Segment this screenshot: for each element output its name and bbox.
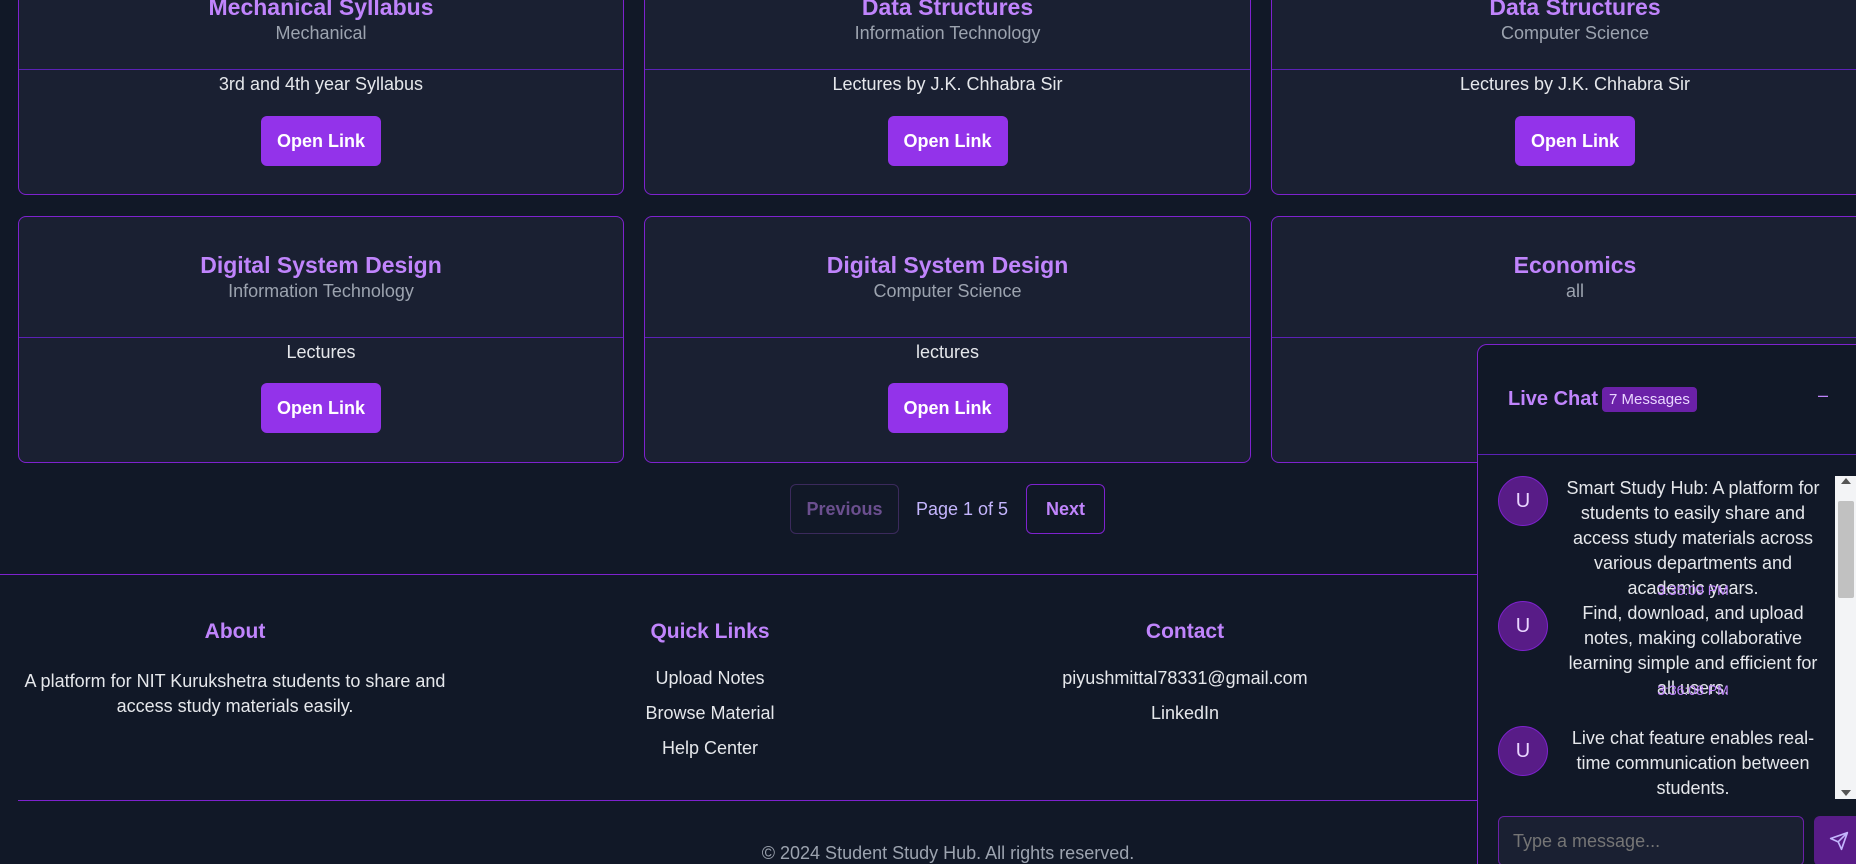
card-header: Data Structures Computer Science bbox=[1272, 0, 1856, 70]
open-link-button[interactable]: Open Link bbox=[887, 383, 1008, 433]
next-page-button[interactable]: Next bbox=[1026, 484, 1105, 534]
card-description: 3rd and 4th year Syllabus bbox=[218, 74, 424, 94]
chat-messages[interactable]: U Smart Study Hub: A platform for studen… bbox=[1478, 456, 1856, 796]
footer-contact: Contact piyushmittal78331@gmail.com Link… bbox=[1035, 620, 1335, 731]
send-icon bbox=[1829, 831, 1849, 851]
chat-message: U Smart Study Hub: A platform for studen… bbox=[1498, 476, 1838, 616]
card-header: Economics all bbox=[1272, 217, 1856, 338]
live-chat-panel: Live Chat 7 Messages – U Smart Study Hub… bbox=[1477, 344, 1856, 864]
material-card: Digital System Design Information Techno… bbox=[18, 216, 624, 463]
chat-scrollbar[interactable] bbox=[1835, 476, 1856, 799]
card-department: Computer Science bbox=[873, 281, 1022, 301]
material-card: Digital System Design Computer Science l… bbox=[644, 216, 1251, 463]
footer-quick-links-heading: Quick Links bbox=[650, 620, 770, 643]
footer-email-link[interactable]: piyushmittal78331@gmail.com bbox=[1035, 661, 1335, 696]
footer-link-help-center[interactable]: Help Center bbox=[560, 731, 860, 766]
user-avatar: U bbox=[1498, 726, 1548, 776]
card-title: Mechanical Syllabus bbox=[208, 0, 434, 20]
footer-linkedin-link[interactable]: LinkedIn bbox=[1035, 696, 1335, 731]
material-card: Data Structures Computer Science Lecture… bbox=[1271, 0, 1856, 195]
footer-link-browse-material[interactable]: Browse Material bbox=[560, 696, 860, 731]
card-header: Digital System Design Information Techno… bbox=[19, 217, 623, 338]
open-link-button[interactable]: Open Link bbox=[887, 116, 1008, 166]
chat-message: U Live chat feature enables real-time co… bbox=[1498, 726, 1838, 796]
card-header: Data Structures Information Technology bbox=[645, 0, 1250, 70]
minimize-chat-button[interactable]: – bbox=[1818, 385, 1828, 406]
footer-about-text: A platform for NIT Kurukshetra students … bbox=[24, 671, 446, 716]
card-department: Information Technology bbox=[228, 281, 414, 301]
footer-contact-heading: Contact bbox=[1145, 620, 1225, 643]
previous-page-button[interactable]: Previous bbox=[790, 484, 899, 534]
footer-link-upload-notes[interactable]: Upload Notes bbox=[560, 661, 860, 696]
card-title: Data Structures bbox=[1489, 0, 1661, 20]
card-department: Information Technology bbox=[854, 23, 1041, 43]
open-link-button[interactable]: Open Link bbox=[261, 383, 381, 433]
card-header: Mechanical Syllabus Mechanical bbox=[19, 0, 623, 70]
open-link-button[interactable]: Open Link bbox=[1515, 116, 1635, 166]
open-link-button[interactable]: Open Link bbox=[261, 116, 381, 166]
scrollbar-thumb[interactable] bbox=[1838, 501, 1854, 598]
card-description: Lectures by J.K. Chhabra Sir bbox=[1459, 74, 1691, 94]
material-card: Data Structures Information Technology L… bbox=[644, 0, 1251, 195]
scroll-up-arrow-icon[interactable] bbox=[1841, 478, 1851, 484]
footer-quick-links: Quick Links Upload Notes Browse Material… bbox=[560, 620, 860, 766]
footer-about: About A platform for NIT Kurukshetra stu… bbox=[20, 620, 450, 719]
message-timestamp: 3:35:09 PM bbox=[1657, 582, 1729, 598]
card-header: Digital System Design Computer Science bbox=[645, 217, 1250, 338]
send-message-button[interactable] bbox=[1814, 816, 1856, 864]
message-text: Live chat feature enables real-time comm… bbox=[1571, 728, 1815, 796]
chat-message-input[interactable] bbox=[1498, 816, 1804, 864]
message-count-badge: 7 Messages bbox=[1602, 387, 1697, 412]
message-timestamp: 3:36:08 PM bbox=[1657, 682, 1729, 698]
card-description: lectures bbox=[915, 342, 980, 362]
card-department: Mechanical bbox=[275, 23, 367, 43]
chat-title: Live Chat bbox=[1508, 388, 1599, 410]
card-title: Data Structures bbox=[861, 0, 1034, 20]
card-title: Economics bbox=[1513, 252, 1637, 278]
card-department: Computer Science bbox=[1500, 23, 1650, 43]
card-description: Lectures bbox=[286, 342, 356, 362]
card-description: Lectures by J.K. Chhabra Sir bbox=[832, 74, 1063, 94]
user-avatar: U bbox=[1498, 476, 1548, 526]
footer-bottom-divider bbox=[18, 800, 1488, 801]
card-title: Digital System Design bbox=[826, 252, 1069, 278]
page-status: Page 1 of 5 bbox=[915, 499, 1009, 519]
copyright-text: © 2024 Student Study Hub. All rights res… bbox=[761, 843, 1135, 863]
material-card: Mechanical Syllabus Mechanical 3rd and 4… bbox=[18, 0, 624, 195]
chat-header: Live Chat 7 Messages – bbox=[1478, 345, 1856, 455]
scroll-down-arrow-icon[interactable] bbox=[1841, 790, 1851, 796]
card-title: Digital System Design bbox=[200, 252, 442, 278]
card-department: all bbox=[1565, 281, 1584, 301]
footer-about-heading: About bbox=[204, 620, 266, 643]
user-avatar: U bbox=[1498, 601, 1548, 651]
chat-message: U Find, download, and upload notes, maki… bbox=[1498, 601, 1838, 701]
